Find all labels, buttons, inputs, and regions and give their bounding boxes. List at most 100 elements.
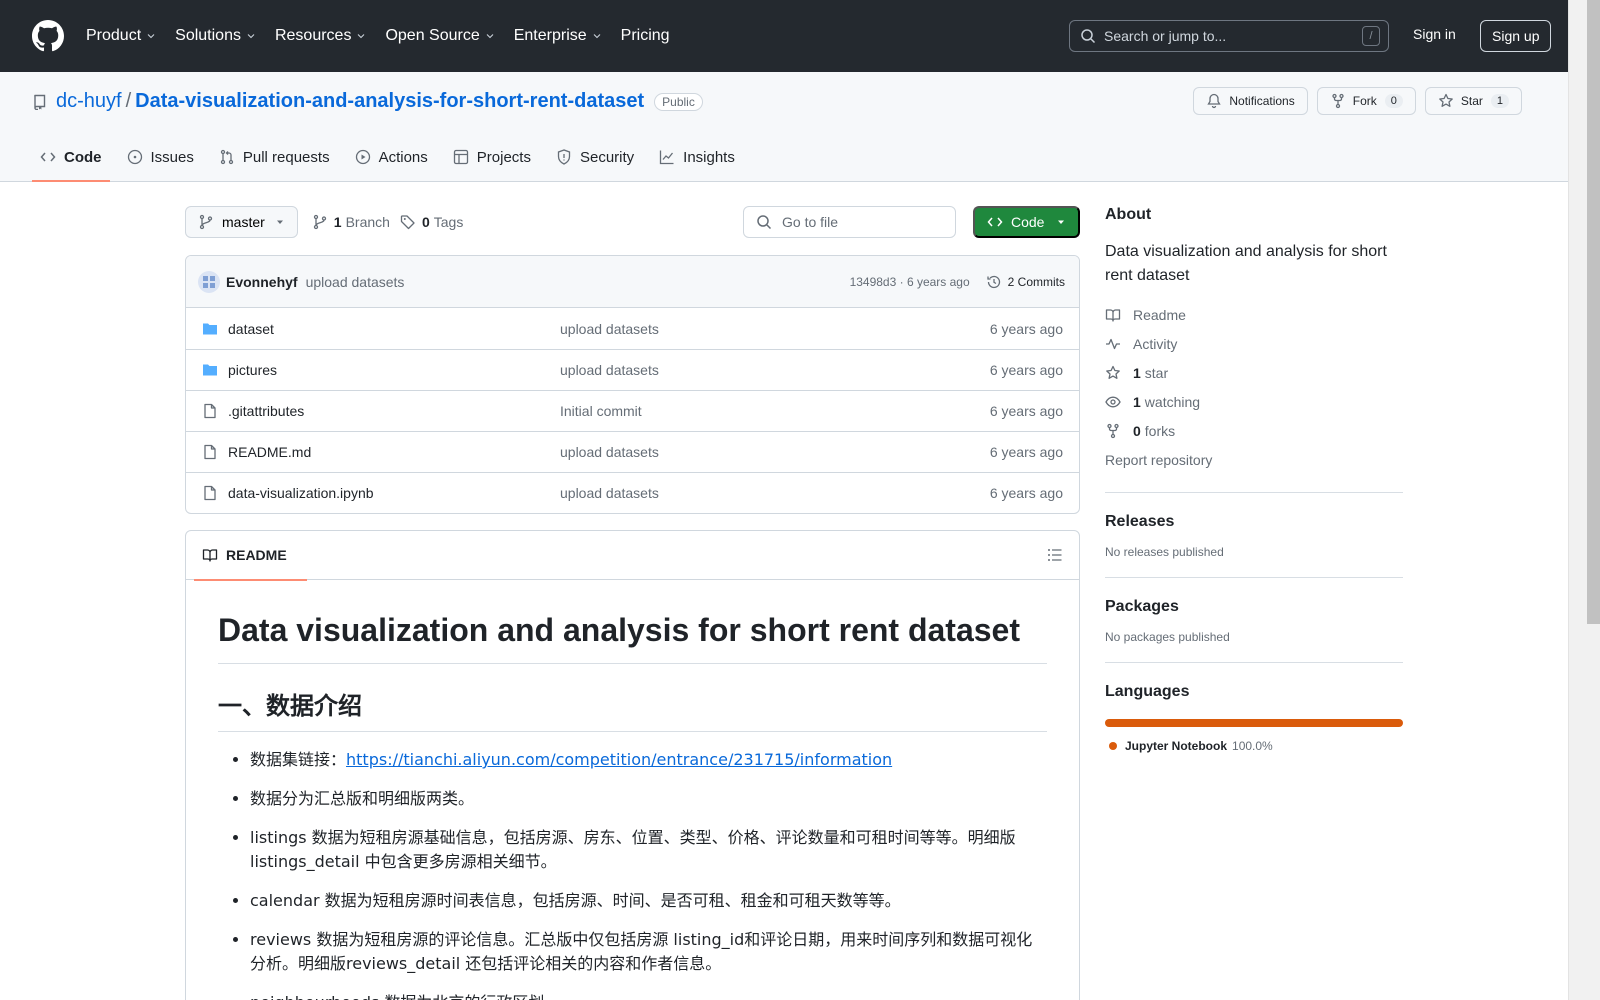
watching-count: 1 (1133, 393, 1141, 410)
file-commit-message[interactable]: Initial commit (560, 403, 990, 419)
readme-link[interactable]: Readme (1105, 300, 1403, 329)
tab-actions[interactable]: Actions (347, 133, 436, 181)
file-commit-message[interactable]: upload datasets (560, 362, 990, 378)
readme-header: README (186, 531, 1079, 581)
fork-icon (1332, 93, 1344, 109)
tab-projects[interactable]: Projects (445, 133, 539, 181)
table-row[interactable]: .gitattributes Initial commit 6 years ago (186, 390, 1079, 431)
table-icon (453, 149, 468, 165)
nav-product[interactable]: Product (86, 27, 157, 45)
star-label: Star (1460, 94, 1483, 108)
tab-label: Issues (150, 148, 194, 166)
avatar[interactable] (198, 270, 220, 293)
packages-empty: No packages published (1105, 630, 1230, 644)
tags-link[interactable]: 0 Tags (400, 214, 463, 230)
forks-link[interactable]: 0 forks (1105, 416, 1403, 445)
activity-link[interactable]: Activity (1105, 329, 1403, 358)
star-icon (1106, 365, 1120, 379)
go-to-file-input[interactable]: Go to file (743, 206, 956, 238)
file-name-link[interactable]: README.md (228, 444, 560, 460)
tab-label: Actions (378, 148, 428, 166)
table-row[interactable]: pictures upload datasets 6 years ago (186, 349, 1079, 390)
scrollbar-thumb[interactable] (1587, 0, 1600, 624)
commits-history-link[interactable]: 2 Commits (986, 274, 1065, 290)
github-logo-icon[interactable] (32, 20, 64, 52)
dataset-link[interactable]: https://tianchi.aliyun.com/competition/e… (346, 750, 892, 769)
file-name-link[interactable]: pictures (228, 362, 560, 378)
nav-pricing[interactable]: Pricing (621, 27, 670, 45)
list-item: calendar 数据为短租房源时间表信息，包括房源、时间、是否可租、租金和可租… (250, 889, 1047, 913)
releases-empty: No releases published (1105, 545, 1224, 559)
language-item[interactable]: Jupyter Notebook 100.0% (1105, 739, 1403, 753)
nav-label: Open Source (385, 27, 480, 44)
latest-commit-bar: Evonnehyf upload datasets 13498d3 · 6 ye… (186, 256, 1079, 308)
sign-up-button[interactable]: Sign up (1480, 20, 1552, 52)
file-commit-message[interactable]: upload datasets (560, 485, 990, 501)
fork-icon (1107, 423, 1119, 438)
repo-tabs: Code Issues Pull requests Actions Projec… (32, 133, 752, 182)
pulse-icon (1106, 338, 1120, 349)
commit-author-link[interactable]: Evonnehyf (226, 274, 298, 290)
commit-message-link[interactable]: upload datasets (306, 274, 405, 290)
readme-tab-label: README (226, 547, 287, 563)
file-commit-message[interactable]: upload datasets (560, 321, 990, 337)
readme-tab[interactable]: README (194, 531, 307, 581)
chevron-down-icon (486, 34, 494, 39)
fork-button[interactable]: Fork 0 (1316, 87, 1416, 115)
commit-hash-time[interactable]: 13498d3 · 6 years ago (850, 275, 970, 289)
about-links: Readme Activity 1 star 1 watching 0 fork… (1105, 300, 1403, 474)
repo-owner-link[interactable]: dc-huyf (56, 90, 122, 113)
table-row[interactable]: dataset upload datasets 6 years ago (186, 308, 1079, 349)
nav-open-source[interactable]: Open Source (385, 27, 495, 45)
file-name-link[interactable]: dataset (228, 321, 560, 337)
tab-security[interactable]: Security (548, 133, 642, 181)
repo-name-link[interactable]: Data-visualization-and-analysis-for-shor… (135, 90, 644, 113)
branches-link[interactable]: 1 Branch (312, 214, 390, 230)
watchers-link[interactable]: 1 watching (1105, 387, 1403, 416)
nav-label: Product (86, 27, 142, 44)
releases-heading[interactable]: Releases (1105, 513, 1174, 530)
git-branch-icon (199, 214, 213, 230)
fork-count: 0 (1384, 94, 1403, 108)
branch-label: Branch (345, 214, 390, 230)
list-unordered-icon[interactable] (1047, 547, 1063, 563)
code-dropdown-button[interactable]: Code (973, 206, 1080, 238)
star-button[interactable]: Star 1 (1424, 87, 1522, 115)
packages-heading[interactable]: Packages (1105, 598, 1179, 615)
readme-list: 数据集链接：https://tianchi.aliyun.com/competi… (218, 748, 1047, 1000)
language-percent: 100.0% (1232, 739, 1273, 753)
fork-label: Fork (1352, 94, 1377, 108)
nav-label: Pricing (620, 27, 670, 44)
tab-code[interactable]: Code (32, 133, 110, 182)
star-icon (1439, 93, 1453, 107)
commits-count-label: 2 Commits (1007, 274, 1065, 289)
nav-solutions[interactable]: Solutions (175, 27, 257, 45)
file-icon (204, 403, 216, 419)
sign-in-link[interactable]: Sign in (1413, 26, 1456, 42)
table-row[interactable]: data-visualization.ipynb upload datasets 6… (186, 472, 1079, 513)
report-repository-link[interactable]: Report repository (1105, 445, 1403, 474)
branch-selector[interactable]: master (185, 206, 298, 238)
file-toolbar: master 1 Branch 0 Tags Go to file Code (185, 206, 1080, 238)
file-name-link[interactable]: .gitattributes (228, 403, 560, 419)
repo-title: dc-huyf / Data-visualization-and-analysi… (32, 90, 703, 113)
pull-request-icon (220, 149, 234, 165)
graph-icon (660, 150, 674, 165)
table-row[interactable]: README.md upload datasets 6 years ago (186, 431, 1079, 472)
stars-link[interactable]: 1 star (1105, 358, 1403, 387)
global-search-input[interactable]: Search or jump to... / (1069, 20, 1389, 52)
file-name-link[interactable]: data-visualization.ipynb (228, 485, 560, 501)
nav-resources[interactable]: Resources (275, 27, 367, 45)
stars-label: star (1144, 364, 1169, 381)
list-item: reviews 数据为短租房源的评论信息。汇总版中仅包括房源 listing_i… (250, 928, 1047, 976)
nav-enterprise[interactable]: Enterprise (514, 27, 603, 45)
path-separator: / (125, 90, 132, 112)
file-commit-message[interactable]: upload datasets (560, 444, 990, 460)
watching-label: watching (1144, 393, 1201, 410)
tab-issues[interactable]: Issues (119, 133, 202, 181)
dataset-link-prefix: 数据集链接： (250, 750, 347, 769)
code-icon (987, 217, 1003, 227)
tab-insights[interactable]: Insights (651, 133, 743, 181)
tab-pull-requests[interactable]: Pull requests (211, 133, 338, 181)
notifications-button[interactable]: Notifications (1193, 87, 1308, 115)
